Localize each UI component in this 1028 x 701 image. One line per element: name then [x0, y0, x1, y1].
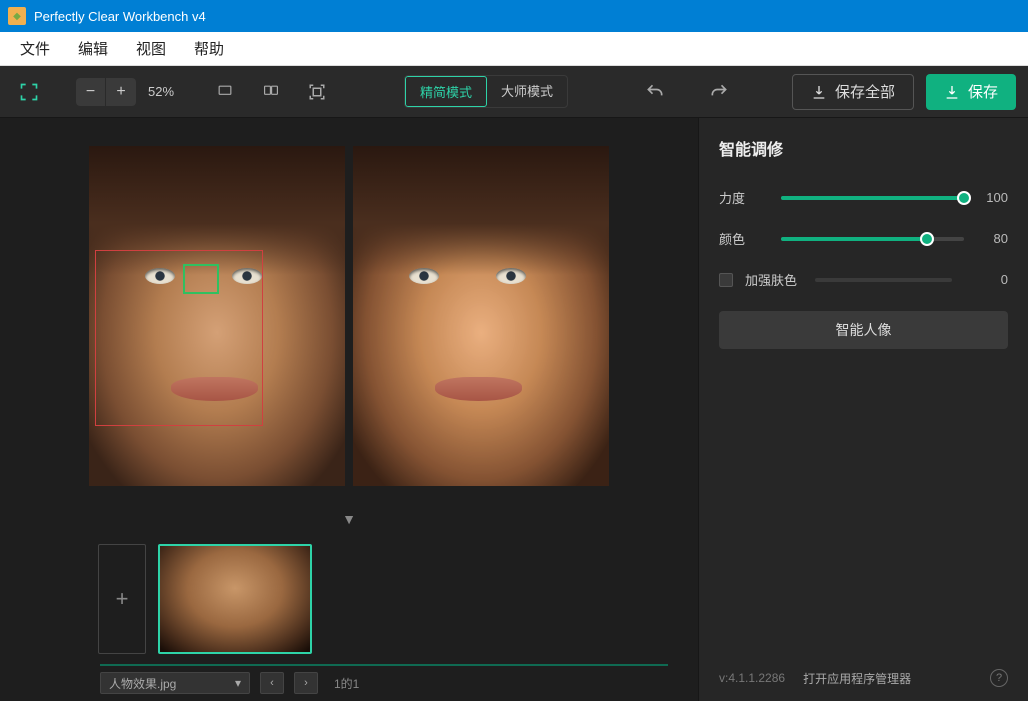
- single-view-icon[interactable]: [208, 75, 242, 109]
- eye-detect-rect: [183, 264, 219, 294]
- history-group: [638, 75, 736, 109]
- redo-icon[interactable]: [702, 75, 736, 109]
- side-panel: 智能调修 力度 100 颜色 80 加强肤色 0: [698, 118, 1028, 701]
- zoom-out-button[interactable]: −: [76, 78, 106, 106]
- next-file-button[interactable]: ›: [294, 672, 318, 694]
- save-group: 保存全部 保存: [792, 74, 1016, 110]
- skin-enhance-checkbox[interactable]: [719, 273, 733, 287]
- view-mode-group: [208, 75, 334, 109]
- undo-icon[interactable]: [638, 75, 672, 109]
- menu-bar: 文件 编辑 视图 帮助: [0, 32, 1028, 66]
- version-label: v:4.1.1.2286: [719, 671, 785, 685]
- canvas-area: ▼ + 人物效果.jpg ▾ ‹ › 1的1: [0, 118, 698, 701]
- image-before[interactable]: [89, 146, 345, 486]
- slider-skin-label: 加强肤色: [745, 270, 797, 289]
- save-button[interactable]: 保存: [926, 74, 1016, 110]
- window-titlebar: ◆ Perfectly Clear Workbench v4: [0, 0, 1028, 32]
- zoom-value: 52%: [148, 84, 174, 99]
- window-title: Perfectly Clear Workbench v4: [34, 9, 206, 24]
- panel-title: 智能调修: [719, 136, 1008, 160]
- thumbnail-1[interactable]: [158, 544, 312, 654]
- current-file-name: 人物效果.jpg: [109, 675, 176, 692]
- panel-footer: v:4.1.1.2286 打开应用程序管理器 ?: [719, 669, 1008, 687]
- slider-skin-value: 0: [974, 272, 1008, 287]
- app-logo-icon: ◆: [8, 7, 26, 25]
- main-area: ▼ + 人物效果.jpg ▾ ‹ › 1的1 智能调修 力度 100: [0, 118, 1028, 701]
- mode-master-button[interactable]: 大师模式: [487, 76, 567, 107]
- face-detect-rect: [95, 250, 263, 426]
- filmstrip: +: [0, 533, 698, 665]
- save-label: 保存: [968, 81, 998, 102]
- image-compare: [0, 118, 698, 509]
- mode-group: 精简模式 大师模式: [404, 75, 568, 108]
- zoom-in-button[interactable]: +: [106, 78, 136, 106]
- split-view-icon[interactable]: [254, 75, 288, 109]
- slider-strength-value: 100: [974, 190, 1008, 205]
- menu-help[interactable]: 帮助: [180, 34, 238, 63]
- collapse-filmstrip-icon[interactable]: ▼: [0, 509, 698, 533]
- menu-edit[interactable]: 编辑: [64, 34, 122, 63]
- toolbar: − + 52% 精简模式 大师模式 保存全部 保存: [0, 66, 1028, 118]
- save-all-label: 保存全部: [835, 81, 895, 102]
- slider-color: 颜色 80: [719, 229, 1008, 248]
- add-image-button[interactable]: +: [98, 544, 146, 654]
- smart-portrait-button[interactable]: 智能人像: [719, 311, 1008, 349]
- slider-skin: 加强肤色 0: [719, 270, 1008, 289]
- slider-skin-track[interactable]: [815, 278, 952, 282]
- save-all-button[interactable]: 保存全部: [792, 74, 914, 110]
- file-selector[interactable]: 人物效果.jpg ▾: [100, 672, 250, 694]
- chevron-down-icon: ▾: [235, 676, 241, 690]
- mode-simple-button[interactable]: 精简模式: [405, 76, 487, 107]
- page-info: 1的1: [334, 675, 359, 692]
- slider-color-value: 80: [974, 231, 1008, 246]
- prev-file-button[interactable]: ‹: [260, 672, 284, 694]
- zoom-group: − + 52%: [76, 78, 174, 106]
- menu-view[interactable]: 视图: [122, 34, 180, 63]
- help-icon[interactable]: ?: [990, 669, 1008, 687]
- menu-file[interactable]: 文件: [6, 34, 64, 63]
- slider-strength: 力度 100: [719, 188, 1008, 207]
- bottom-bar: 人物效果.jpg ▾ ‹ › 1的1: [0, 665, 698, 701]
- crop-view-icon[interactable]: [300, 75, 334, 109]
- open-app-manager-link[interactable]: 打开应用程序管理器: [803, 670, 911, 687]
- smart-portrait-label: 智能人像: [836, 320, 892, 340]
- slider-strength-track[interactable]: [781, 196, 964, 200]
- slider-color-label: 颜色: [719, 229, 775, 248]
- image-after[interactable]: [353, 146, 609, 486]
- fit-screen-icon[interactable]: [12, 75, 46, 109]
- slider-color-track[interactable]: [781, 237, 964, 241]
- filmstrip-scrollbar[interactable]: [100, 664, 668, 666]
- slider-strength-label: 力度: [719, 188, 775, 207]
